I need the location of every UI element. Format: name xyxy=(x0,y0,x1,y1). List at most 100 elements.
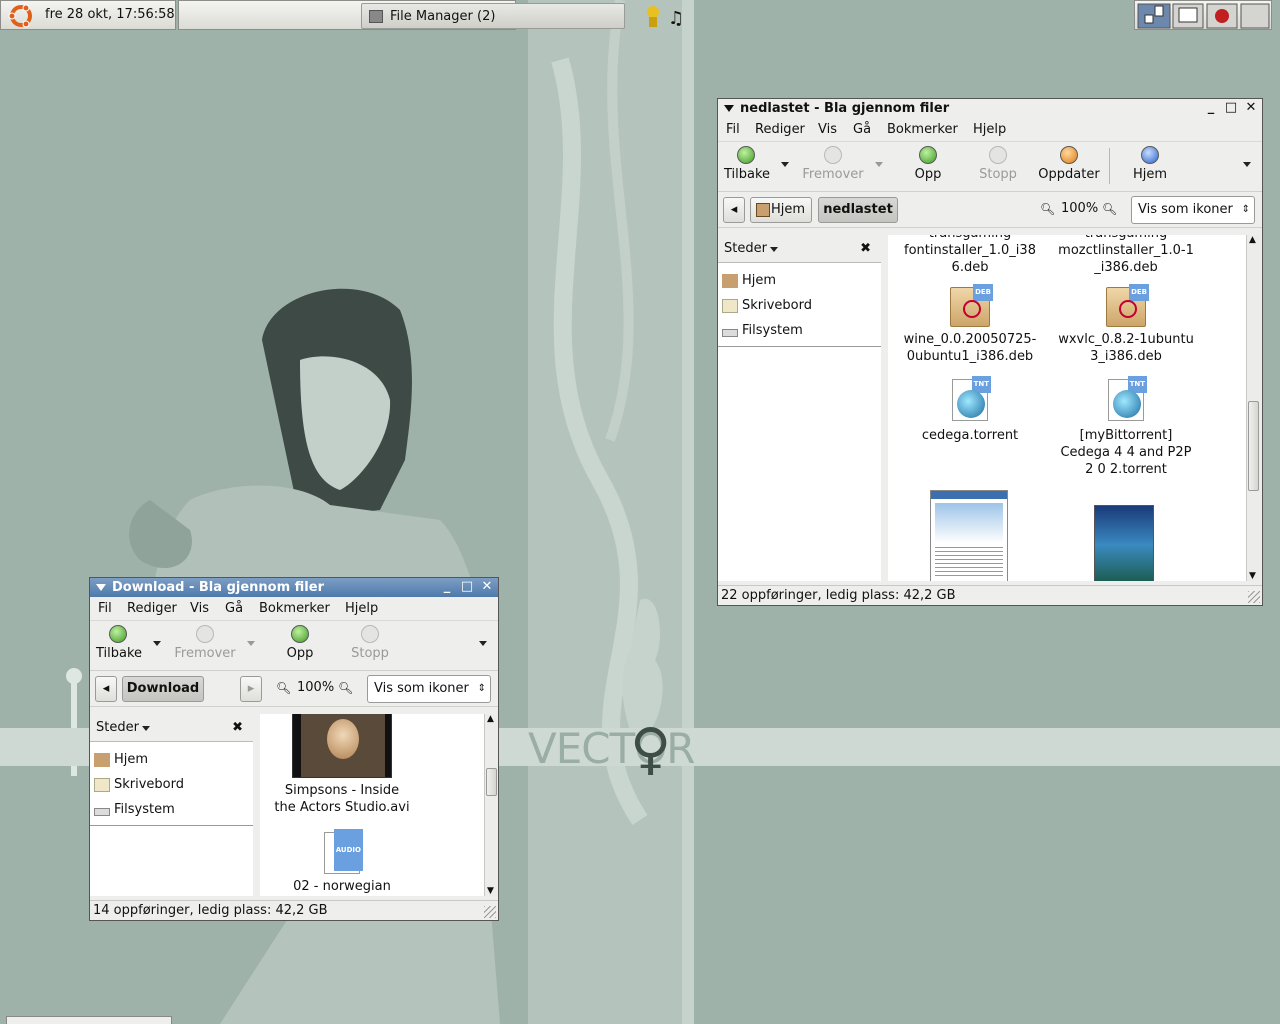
up-button[interactable]: Opp xyxy=(914,146,942,182)
image-thumbnail-icon[interactable] xyxy=(1094,505,1154,581)
path-home-button[interactable]: Hjem xyxy=(750,197,812,223)
close-icon[interactable]: ✕ xyxy=(480,580,494,594)
home-button[interactable]: Hjem xyxy=(1131,146,1169,182)
zoom-out-icon[interactable]: 🔍︎ xyxy=(1040,202,1055,216)
sidebar-close-icon[interactable]: ✖ xyxy=(860,241,871,256)
back-history-dropdown[interactable] xyxy=(781,162,789,167)
menu-hjelp[interactable]: Hjelp xyxy=(345,601,378,616)
back-button[interactable]: Tilbake xyxy=(96,625,142,661)
venus-symbol: ♀ xyxy=(630,717,672,782)
pane-splitter[interactable] xyxy=(253,714,260,896)
view-as-select[interactable]: Vis som ikoner ⇕ xyxy=(367,675,491,703)
toolbar-overflow-icon[interactable] xyxy=(479,641,487,646)
path-left-arrow-icon[interactable]: ◂ xyxy=(95,676,117,702)
zoom-out-icon[interactable]: 🔍︎ xyxy=(276,681,291,695)
menu-rediger[interactable]: Rediger xyxy=(755,122,805,137)
panel-clock[interactable]: fre 28 okt, 17:56:58 xyxy=(45,7,175,22)
zoom-level[interactable]: 100% xyxy=(1061,201,1098,216)
scrollbar-thumb[interactable] xyxy=(1248,401,1259,491)
zoom-in-icon[interactable]: 🔍︎ xyxy=(1102,202,1117,216)
scroll-down-icon[interactable]: ▼ xyxy=(487,886,494,896)
file-item[interactable]: DEB wine_0.0.20050725- 0ubuntu1_i386.deb xyxy=(898,284,1042,365)
sidebar-title[interactable]: Steder xyxy=(96,720,139,735)
forward-history-dropdown[interactable] xyxy=(875,162,883,167)
sidebar-item-hjem[interactable]: Hjem xyxy=(722,273,776,288)
menu-ga[interactable]: Gå xyxy=(225,601,243,616)
maximize-icon[interactable]: □ xyxy=(460,580,474,594)
file-item[interactable]: Simpsons - Inside the Actors Studio.avi xyxy=(260,714,424,816)
view-as-label: Vis som ikoner xyxy=(1138,202,1233,217)
vertical-scrollbar[interactable]: ▲ ▼ xyxy=(484,714,498,896)
audio-file-icon: ♪AUDIO xyxy=(324,829,363,874)
file-item[interactable]: TNT cedega.torrent xyxy=(898,376,1042,444)
minimize-icon[interactable]: _ xyxy=(440,580,454,594)
home-folder-icon xyxy=(94,753,110,767)
ubuntu-logo-icon[interactable] xyxy=(5,3,37,29)
path-current-button[interactable]: Download xyxy=(122,676,204,702)
resize-grip-icon[interactable] xyxy=(484,906,496,918)
file-name: Simpsons - Inside the Actors Studio.avi xyxy=(274,783,410,815)
close-icon[interactable]: ✕ xyxy=(1244,101,1258,115)
file-item[interactable]: ♪AUDIO 02 - norwegian xyxy=(260,829,424,895)
file-item[interactable]: transgaming fontinstaller_1.0_i38 6.deb xyxy=(898,235,1042,276)
menu-fil[interactable]: Fil xyxy=(98,601,112,616)
back-history-dropdown[interactable] xyxy=(153,641,161,646)
reload-button[interactable]: Oppdater xyxy=(1038,146,1100,182)
menu-bokmerker[interactable]: Bokmerker xyxy=(887,122,958,137)
document-thumbnail-icon[interactable] xyxy=(930,490,1008,581)
stop-button[interactable]: Stopp xyxy=(978,146,1018,182)
task-file-manager[interactable]: File Manager (2) xyxy=(361,3,625,29)
file-item[interactable]: TNT [myBittorrent] Cedega 4 4 and P2P 2 … xyxy=(1052,376,1200,478)
window-titlebar[interactable]: Download - Bla gjennom filer _ □ ✕ xyxy=(90,578,498,597)
top-panel: fre 28 okt, 17:56:58 File Manager (2) ♫ xyxy=(0,0,1280,30)
sidebar-item-hjem[interactable]: Hjem xyxy=(94,752,148,767)
menu-vis[interactable]: Vis xyxy=(818,122,837,137)
file-name: wine_0.0.20050725- 0ubuntu1_i386.deb xyxy=(903,332,1037,364)
forward-history-dropdown[interactable] xyxy=(247,641,255,646)
scrollbar-thumb[interactable] xyxy=(486,768,497,796)
sidebar-title[interactable]: Steder xyxy=(724,241,767,256)
path-right-arrow-icon[interactable]: ▸ xyxy=(240,676,262,702)
zoom-in-icon[interactable]: 🔍︎ xyxy=(338,681,353,695)
scroll-up-icon[interactable]: ▲ xyxy=(1249,235,1256,245)
window-titlebar[interactable]: nedlastet - Bla gjennom filer _ □ ✕ xyxy=(718,99,1262,118)
toolbar-overflow-icon[interactable] xyxy=(1243,162,1251,167)
maximize-icon[interactable]: □ xyxy=(1224,101,1238,115)
pane-splitter[interactable] xyxy=(881,235,888,581)
window-menu-icon[interactable] xyxy=(96,584,106,591)
path-left-arrow-icon[interactable]: ◂ xyxy=(723,197,745,223)
applet-icons[interactable]: ♫ xyxy=(639,3,689,29)
stop-button[interactable]: Stopp xyxy=(350,625,390,661)
scroll-down-icon[interactable]: ▼ xyxy=(1249,571,1256,581)
menu-vis[interactable]: Vis xyxy=(190,601,209,616)
stop-icon xyxy=(989,146,1007,164)
zoom-level[interactable]: 100% xyxy=(297,680,334,695)
scroll-up-icon[interactable]: ▲ xyxy=(487,714,494,724)
window-menu-icon[interactable] xyxy=(724,105,734,112)
sidebar-dropdown-icon[interactable] xyxy=(142,726,150,731)
sidebar-item-filsystem[interactable]: Filsystem xyxy=(94,802,175,817)
menu-fil[interactable]: Fil xyxy=(726,122,740,137)
menu-bokmerker[interactable]: Bokmerker xyxy=(259,601,330,616)
forward-button[interactable]: Fremover xyxy=(802,146,864,182)
menu-ga[interactable]: Gå xyxy=(853,122,871,137)
minimize-icon[interactable]: _ xyxy=(1204,101,1218,115)
sidebar-close-icon[interactable]: ✖ xyxy=(232,720,243,735)
sidebar-item-filsystem[interactable]: Filsystem xyxy=(722,323,803,338)
path-current-button[interactable]: nedlastet xyxy=(818,197,898,223)
sidebar-dropdown-icon[interactable] xyxy=(770,247,778,252)
workspace-switcher-icon[interactable] xyxy=(1137,3,1271,29)
menu-hjelp[interactable]: Hjelp xyxy=(973,122,1006,137)
file-item[interactable]: transgaming mozctlinstaller_1.0-1 _i386.… xyxy=(1052,235,1200,276)
up-button[interactable]: Opp xyxy=(286,625,314,661)
vertical-scrollbar[interactable]: ▲ ▼ xyxy=(1246,235,1260,581)
sidebar-item-skrivebord[interactable]: Skrivebord xyxy=(94,777,184,792)
back-button[interactable]: Tilbake xyxy=(724,146,770,182)
menu-rediger[interactable]: Rediger xyxy=(127,601,177,616)
file-item[interactable]: DEB wxvlc_0.8.2-1ubuntu 3_i386.deb xyxy=(1052,284,1200,365)
forward-button[interactable]: Fremover xyxy=(174,625,236,661)
sidebar-item-skrivebord[interactable]: Skrivebord xyxy=(722,298,812,313)
select-arrows-icon: ⇕ xyxy=(1241,204,1250,215)
resize-grip-icon[interactable] xyxy=(1248,591,1260,603)
view-as-select[interactable]: Vis som ikoner ⇕ xyxy=(1131,196,1255,224)
